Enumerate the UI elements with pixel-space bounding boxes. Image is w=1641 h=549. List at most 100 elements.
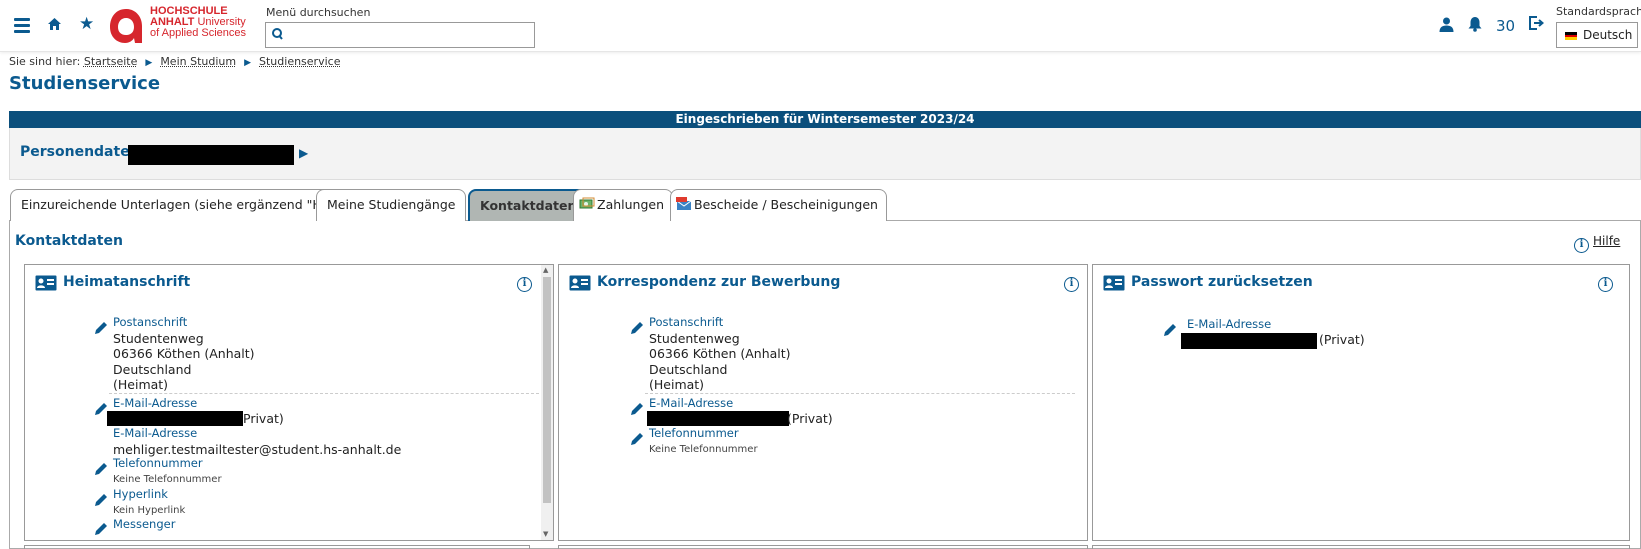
tab-bescheide[interactable]: Bescheide / Bescheinigungen bbox=[670, 189, 887, 221]
next-card-edge bbox=[558, 545, 1088, 549]
card-scrollbar[interactable]: ▲ ▼ bbox=[541, 265, 553, 540]
redacted-name bbox=[128, 145, 294, 165]
menu-icon[interactable] bbox=[14, 18, 30, 34]
edit-pencil-icon[interactable] bbox=[94, 493, 108, 507]
german-flag-icon bbox=[1565, 32, 1577, 40]
info-icon[interactable]: i bbox=[1064, 277, 1079, 292]
home-hyperlink-entry: Hyperlink Kein Hyperlink bbox=[113, 487, 185, 518]
home-email-entry: E-Mail-Adresse bbox=[113, 396, 197, 412]
language-label: Standardsprache bbox=[1556, 5, 1641, 18]
edit-pencil-icon[interactable] bbox=[94, 522, 108, 536]
help-link[interactable]: i Hilfe bbox=[1574, 234, 1620, 253]
email-label[interactable]: E-Mail-Adresse bbox=[1187, 317, 1271, 333]
phone-value: Keine Telefonnummer bbox=[649, 442, 758, 458]
tab-label: Einzureichende Unterlagen (siehe ergänze… bbox=[21, 197, 351, 212]
person-data-box: Personendaten: ▶ bbox=[9, 128, 1641, 180]
email-label[interactable]: E-Mail-Adresse bbox=[113, 396, 197, 412]
info-icon[interactable]: i bbox=[1598, 277, 1613, 292]
scrollbar-thumb[interactable] bbox=[543, 277, 551, 503]
address-label[interactable]: Postanschrift bbox=[113, 315, 255, 331]
chevron-right-icon: ▶ bbox=[145, 58, 152, 68]
home-email2-entry: E-Mail-Adresse mehliger.testmailtester@s… bbox=[113, 426, 401, 457]
email2-label[interactable]: E-Mail-Adresse bbox=[113, 426, 401, 442]
card-title: Passwort zurücksetzen bbox=[1131, 274, 1313, 290]
tab-bar: Einzureichende Unterlagen (siehe ergänze… bbox=[9, 189, 1641, 221]
notification-count[interactable]: 30 bbox=[1496, 17, 1515, 35]
home-messenger-entry: Messenger bbox=[113, 517, 175, 533]
corr-email-entry: E-Mail-Adresse bbox=[649, 396, 733, 412]
section-title: Kontaktdaten bbox=[15, 233, 123, 249]
messenger-label[interactable]: Messenger bbox=[113, 517, 175, 533]
phone-label[interactable]: Telefonnummer bbox=[113, 456, 222, 472]
info-icon: i bbox=[1574, 238, 1589, 253]
address-street: Studentenweg bbox=[649, 331, 791, 347]
breadcrumb-startseite[interactable]: Startseite bbox=[84, 55, 138, 68]
home-address-entry: Postanschrift Studentenweg 06366 Köthen … bbox=[113, 315, 255, 393]
person-data-label: Personendaten: bbox=[20, 144, 145, 160]
edit-pencil-icon[interactable] bbox=[630, 432, 644, 446]
address-type: (Heimat) bbox=[113, 377, 255, 393]
new-letter-icon bbox=[676, 197, 692, 211]
password-email-suffix: (Privat) bbox=[1319, 332, 1365, 348]
university-logo-icon[interactable] bbox=[107, 6, 145, 46]
redacted-email bbox=[1181, 333, 1317, 349]
address-city: 06366 Köthen (Anhalt) bbox=[649, 346, 791, 362]
address-street: Studentenweg bbox=[113, 331, 255, 347]
breadcrumb-mein-studium[interactable]: Mein Studium bbox=[160, 55, 236, 68]
address-type: (Heimat) bbox=[649, 377, 791, 393]
edit-pencil-icon[interactable] bbox=[94, 321, 108, 335]
tab-label: Bescheide / Bescheinigungen bbox=[694, 197, 878, 212]
menu-search-box[interactable] bbox=[265, 22, 535, 48]
contact-card-icon bbox=[35, 275, 57, 291]
edit-pencil-icon[interactable] bbox=[1163, 323, 1177, 337]
tab-einzureichende-unterlagen[interactable]: Einzureichende Unterlagen (siehe ergänze… bbox=[10, 189, 362, 221]
hyperlink-label[interactable]: Hyperlink bbox=[113, 487, 185, 503]
hyperlink-value: Kein Hyperlink bbox=[113, 503, 185, 519]
breadcrumb: Sie sind hier: Startseite ▶ Mein Studium ▶ S… bbox=[9, 55, 340, 68]
logo-line-3: of Applied Sciences bbox=[150, 28, 246, 39]
next-card-edge bbox=[24, 545, 530, 549]
address-country: Deutschland bbox=[649, 362, 791, 378]
breadcrumb-studienservice[interactable]: Studienservice bbox=[259, 55, 340, 68]
corr-phone-entry: Telefonnummer Keine Telefonnummer bbox=[649, 426, 758, 457]
money-icon bbox=[579, 197, 595, 211]
corr-email-suffix: (Privat) bbox=[787, 411, 833, 427]
favorites-star-icon[interactable]: ★ bbox=[79, 16, 94, 32]
language-select[interactable]: Deutsch bbox=[1556, 22, 1638, 48]
divider bbox=[109, 393, 539, 394]
language-value: Deutsch bbox=[1583, 28, 1632, 42]
contact-card-icon bbox=[1103, 275, 1125, 291]
info-icon[interactable]: i bbox=[517, 277, 532, 292]
scroll-up-icon[interactable]: ▲ bbox=[543, 266, 548, 274]
contact-card-icon bbox=[569, 275, 591, 291]
tab-label: Kontaktdaten bbox=[480, 198, 576, 213]
edit-pencil-icon[interactable] bbox=[94, 462, 108, 476]
address-country: Deutschland bbox=[113, 362, 255, 378]
card-heimatanschrift: Heimatanschrift i Postanschrift Studente… bbox=[24, 264, 554, 541]
email-label[interactable]: E-Mail-Adresse bbox=[649, 396, 733, 412]
chevron-right-icon: ▶ bbox=[244, 58, 251, 68]
help-label: Hilfe bbox=[1593, 234, 1620, 248]
top-bar: ★ HOCHSCHULE ANHALT University of Applie… bbox=[0, 0, 1641, 52]
menu-search-input[interactable] bbox=[288, 25, 528, 45]
chevron-right-icon[interactable]: ▶ bbox=[299, 146, 308, 160]
bell-icon[interactable] bbox=[1468, 16, 1482, 35]
tab-zahlungen[interactable]: Zahlungen bbox=[573, 189, 673, 221]
home-email-suffix: Privat) bbox=[243, 411, 284, 427]
user-icon[interactable] bbox=[1439, 17, 1454, 35]
home-icon[interactable] bbox=[47, 17, 62, 34]
scroll-down-icon[interactable]: ▼ bbox=[543, 530, 548, 538]
tab-kontaktdaten[interactable]: Kontaktdaten bbox=[468, 189, 588, 221]
breadcrumb-prefix: Sie sind hier: bbox=[9, 55, 80, 68]
card-title: Korrespondenz zur Bewerbung bbox=[597, 274, 840, 290]
edit-pencil-icon[interactable] bbox=[630, 402, 644, 416]
phone-label[interactable]: Telefonnummer bbox=[649, 426, 758, 442]
edit-pencil-icon[interactable] bbox=[630, 321, 644, 335]
home-phone-entry: Telefonnummer Keine Telefonnummer bbox=[113, 456, 222, 487]
logout-icon[interactable] bbox=[1528, 15, 1544, 34]
tab-label: Zahlungen bbox=[597, 197, 664, 212]
address-label[interactable]: Postanschrift bbox=[649, 315, 791, 331]
redacted-email bbox=[107, 411, 243, 426]
edit-pencil-icon[interactable] bbox=[94, 402, 108, 416]
tab-meine-studiengaenge[interactable]: Meine Studiengänge bbox=[316, 189, 466, 221]
